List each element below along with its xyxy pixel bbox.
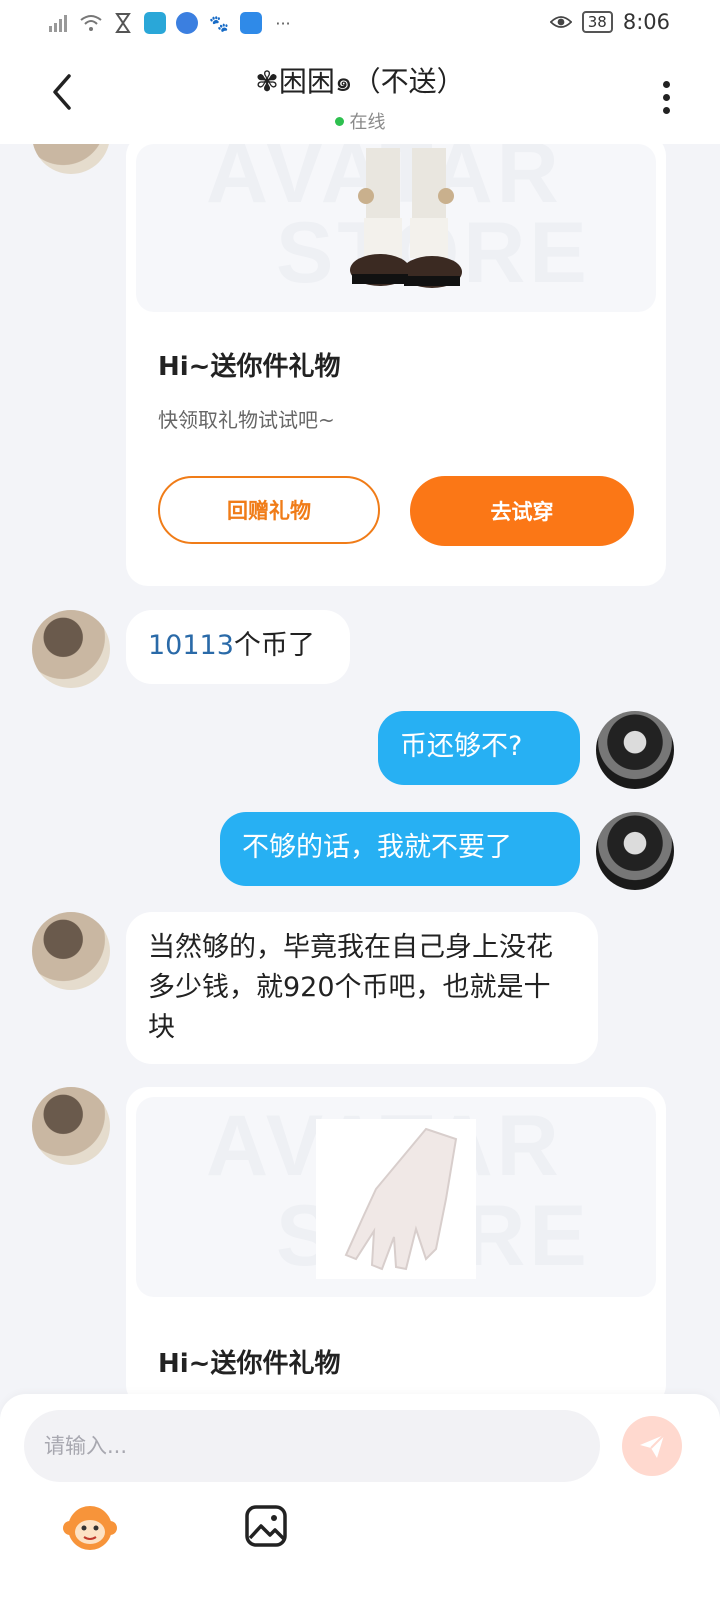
user-avatar[interactable] <box>596 711 674 789</box>
contact-avatar[interactable] <box>32 1087 110 1165</box>
gift-card-subtitle: 快领取礼物试试吧~ <box>158 408 335 432</box>
hourglass-icon <box>112 12 134 34</box>
message-text: 个币了 <box>233 630 315 661</box>
coin-amount: 10113 <box>148 630 234 661</box>
image-icon <box>245 1505 287 1547</box>
send-button[interactable] <box>622 1416 682 1476</box>
online-status: 在线 <box>150 108 570 134</box>
app-icon <box>144 12 166 34</box>
more-dots-icon: ··· <box>275 13 291 33</box>
gift-card[interactable]: AVATAR STORE Hi~送你件礼物 <box>126 1087 666 1394</box>
more-dot <box>662 80 670 88</box>
contact-avatar[interactable] <box>32 144 110 174</box>
clock: 8:06 <box>622 10 670 34</box>
sticker-button[interactable] <box>60 1496 120 1556</box>
outgoing-message[interactable]: 币还够不? <box>378 711 580 785</box>
incoming-message[interactable]: 当然够的，毕竟我在自己身上没花多少钱，就920个币吧，也就是十块 <box>126 912 598 1064</box>
back-button[interactable] <box>40 72 84 122</box>
monkey-icon <box>63 1506 117 1550</box>
online-dot-icon <box>334 116 344 126</box>
gift-card-title: Hi~送你件礼物 <box>158 1349 341 1379</box>
chat-header: ✾困困๑（不送） 在线 <box>0 50 720 144</box>
status-bar-left: 🐾 ··· <box>48 12 294 34</box>
gift-image: AVATAR STORE <box>136 1097 656 1297</box>
battery-indicator: 38 <box>581 11 613 33</box>
gift-card[interactable]: AVATAR STORE Hi~送你件礼物 快领取礼物试试吧~ 回赠礼物 去试穿 <box>126 144 666 586</box>
incoming-message[interactable]: 10113个币了 <box>126 610 350 684</box>
outgoing-message[interactable]: 不够的话，我就不要了 <box>220 812 580 886</box>
gift-card-title: Hi~送你件礼物 <box>158 352 341 382</box>
cloud-icon <box>240 12 262 34</box>
user-avatar[interactable] <box>596 812 674 890</box>
signal-icon <box>48 12 70 34</box>
eye-icon <box>549 11 572 33</box>
shoes-image <box>350 148 462 288</box>
status-bar: 🐾 ··· 38 8:06 <box>0 0 720 50</box>
browser-icon <box>176 12 198 34</box>
contact-avatar[interactable] <box>32 610 110 688</box>
message-input[interactable] <box>24 1410 600 1482</box>
contact-name: ✾困困๑（不送） <box>255 65 465 98</box>
message-composer <box>0 1394 720 1600</box>
send-icon <box>640 1434 665 1458</box>
message-list[interactable]: AVATAR STORE Hi~送你件礼物 快领取礼物试试吧~ 回赠礼物 去试穿… <box>0 144 720 1394</box>
image-button[interactable] <box>236 1496 296 1556</box>
more-dot <box>662 106 670 114</box>
return-gift-button[interactable]: 回赠礼物 <box>158 476 380 544</box>
try-on-button[interactable]: 去试穿 <box>410 476 634 546</box>
more-options-button[interactable] <box>652 72 680 122</box>
glove-image <box>316 1119 476 1279</box>
baidu-icon: 🐾 <box>209 13 229 33</box>
wifi-icon <box>80 12 102 34</box>
more-dot <box>662 93 670 101</box>
gift-image: AVATAR STORE <box>136 144 656 312</box>
header-title-group: ✾困困๑（不送） 在线 <box>150 60 570 134</box>
online-status-label: 在线 <box>349 112 386 133</box>
status-bar-right: 38 8:06 <box>549 10 670 34</box>
contact-avatar[interactable] <box>32 912 110 990</box>
chevron-left-icon <box>53 74 71 110</box>
